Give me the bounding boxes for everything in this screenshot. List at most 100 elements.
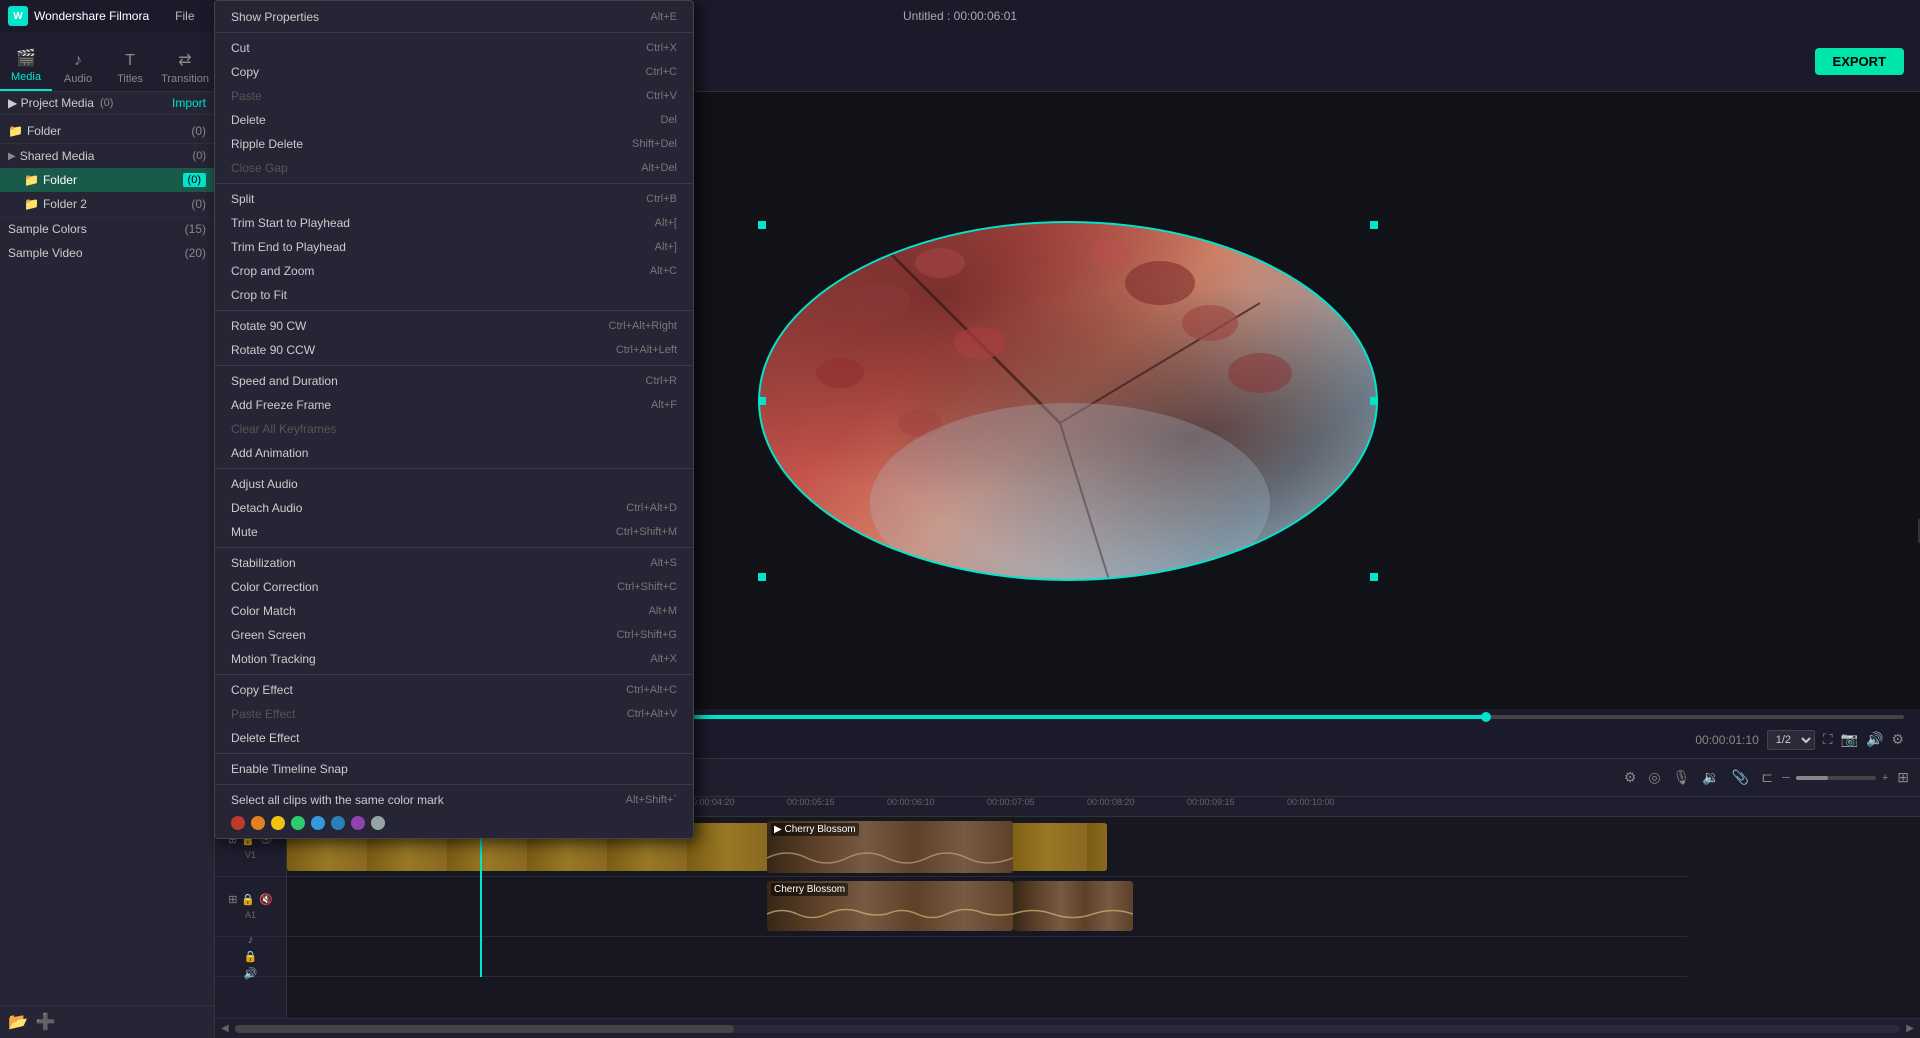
clip-button[interactable]: 📎: [1729, 766, 1752, 789]
tree-sample-video[interactable]: Sample Video (20): [0, 241, 214, 265]
cm-speed-duration-shortcut: Ctrl+R: [646, 375, 677, 387]
cm-rotate-cw[interactable]: Rotate 90 CW Ctrl+Alt+Right: [215, 314, 693, 338]
handle-middle-right[interactable]: [1370, 397, 1378, 405]
tree-sample-colors[interactable]: Sample Colors (15): [0, 216, 214, 241]
audio-track-lock[interactable]: 🔒: [241, 893, 255, 906]
audio-track-mute[interactable]: 🔇: [259, 893, 273, 906]
settings-icon[interactable]: ⚙: [1891, 731, 1904, 748]
quality-select[interactable]: 1/2 Full 1/4: [1767, 730, 1815, 750]
fullscreen-icon[interactable]: ⛶: [1823, 731, 1833, 748]
sound-button[interactable]: 🔉: [1699, 766, 1722, 789]
cm-enable-snap[interactable]: Enable Timeline Snap: [215, 757, 693, 781]
mic-button[interactable]: 🎙: [1670, 766, 1694, 789]
cm-delete-effect[interactable]: Delete Effect: [215, 726, 693, 750]
cherry-blossom-label: ▶ Cherry Blossom: [771, 823, 859, 836]
tab-titles[interactable]: T Titles: [104, 46, 156, 91]
handle-top-left[interactable]: [758, 221, 766, 229]
cm-rotate-ccw[interactable]: Rotate 90 CCW Ctrl+Alt+Left: [215, 338, 693, 362]
cm-freeze-frame-shortcut: Alt+F: [651, 399, 677, 411]
color-dot-dark-blue[interactable]: [331, 816, 345, 830]
cm-rotate-cw-shortcut: Ctrl+Alt+Right: [609, 320, 677, 332]
cm-delete[interactable]: Delete Del: [215, 108, 693, 132]
import-button[interactable]: Import: [172, 96, 206, 110]
cm-select-color-mark[interactable]: Select all clips with the same color mar…: [215, 788, 693, 812]
cm-split-shortcut: Ctrl+B: [646, 193, 677, 205]
cm-freeze-frame[interactable]: Add Freeze Frame Alt+F: [215, 393, 693, 417]
cherry-blossom-clip[interactable]: ▶ Cherry Blossom: [767, 821, 1013, 873]
snapshot-icon[interactable]: 📷: [1841, 731, 1858, 748]
cm-copy-effect[interactable]: Copy Effect Ctrl+Alt+C: [215, 678, 693, 702]
cm-color-match[interactable]: Color Match Alt+M: [215, 599, 693, 623]
cm-motion-tracking-label: Motion Tracking: [231, 652, 634, 666]
tree-folder-shared-active[interactable]: 📁 Folder (0): [0, 168, 214, 192]
export-button[interactable]: EXPORT: [1815, 48, 1904, 75]
transition-tab-label: Transition: [161, 73, 209, 85]
cm-cut[interactable]: Cut Ctrl+X: [215, 36, 693, 60]
tab-audio[interactable]: ♪ Audio: [52, 46, 104, 91]
new-folder-button[interactable]: 📂: [8, 1012, 28, 1032]
cm-copy-label: Copy: [231, 65, 630, 79]
cm-green-screen[interactable]: Green Screen Ctrl+Shift+G: [215, 623, 693, 647]
color-dot-yellow[interactable]: [271, 816, 285, 830]
handle-top-right[interactable]: [1370, 221, 1378, 229]
transition-tab-icon: ⇄: [178, 50, 191, 70]
color-dot-gray[interactable]: [371, 816, 385, 830]
tab-media[interactable]: 🎬 Media: [0, 42, 52, 91]
time-end-label: 00:00:01:10: [1695, 733, 1758, 747]
cm-crop-zoom[interactable]: Crop and Zoom Alt+C: [215, 259, 693, 283]
settings-tl-button[interactable]: ⚙: [1621, 766, 1640, 789]
audio-track-icons: ⊞ 🔒 🔇: [228, 893, 273, 906]
audio-clip-1[interactable]: Cherry Blossom: [767, 881, 1013, 931]
handle-bottom-right[interactable]: [1370, 573, 1378, 581]
sample-colors-count: (15): [185, 222, 206, 236]
cm-rotate-cw-label: Rotate 90 CW: [231, 319, 593, 333]
audio-track: Cherry Blossom: [287, 877, 1687, 937]
cm-trim-start[interactable]: Trim Start to Playhead Alt+[: [215, 211, 693, 235]
add-folder-button[interactable]: ➕: [36, 1012, 56, 1032]
handle-middle-left[interactable]: [758, 397, 766, 405]
handle-bottom-left[interactable]: [758, 573, 766, 581]
audio-clip-2[interactable]: [1013, 881, 1133, 931]
cm-stabilization[interactable]: Stabilization Alt+S: [215, 551, 693, 575]
audio-track-ctrl1[interactable]: ⊞: [228, 893, 237, 906]
color-dot-blue[interactable]: [311, 816, 325, 830]
cm-sep-5: [215, 468, 693, 469]
mark-button[interactable]: ◎: [1645, 766, 1663, 789]
cm-mute[interactable]: Mute Ctrl+Shift+M: [215, 520, 693, 544]
cm-copy[interactable]: Copy Ctrl+C: [215, 60, 693, 84]
cm-add-animation[interactable]: Add Animation: [215, 441, 693, 465]
cm-color-correction[interactable]: Color Correction Ctrl+Shift+C: [215, 575, 693, 599]
cm-trim-end[interactable]: Trim End to Playhead Alt+]: [215, 235, 693, 259]
tree-folder-2[interactable]: 📁 Folder 2 (0): [0, 192, 214, 216]
timeline-scrollbar-thumb[interactable]: [235, 1025, 735, 1033]
cm-crop-fit[interactable]: Crop to Fit: [215, 283, 693, 307]
music-track-vol[interactable]: 🔊: [244, 967, 258, 980]
color-dot-green[interactable]: [291, 816, 305, 830]
zoom-slider[interactable]: [1796, 776, 1876, 780]
snap-button[interactable]: ⊏: [1758, 766, 1776, 789]
volume-icon[interactable]: 🔊: [1866, 731, 1883, 748]
tree-folder-project[interactable]: 📁 Folder (0): [0, 119, 214, 143]
color-dot-red[interactable]: [231, 816, 245, 830]
cm-delete-shortcut: Del: [660, 114, 677, 126]
cm-split[interactable]: Split Ctrl+B: [215, 187, 693, 211]
cm-speed-duration[interactable]: Speed and Duration Ctrl+R: [215, 369, 693, 393]
progress-thumb[interactable]: [1481, 712, 1491, 722]
color-dot-orange[interactable]: [251, 816, 265, 830]
cm-adjust-audio[interactable]: Adjust Audio: [215, 472, 693, 496]
cm-paste-effect: Paste Effect Ctrl+Alt+V: [215, 702, 693, 726]
music-track-icon[interactable]: ♪: [248, 934, 254, 946]
timeline-scrollbar[interactable]: [235, 1025, 1901, 1033]
color-dot-purple[interactable]: [351, 816, 365, 830]
cm-copy-effect-label: Copy Effect: [231, 683, 610, 697]
expand-tl-button[interactable]: ⊞: [1894, 766, 1912, 789]
cm-show-properties[interactable]: Show Properties Alt+E: [215, 5, 693, 29]
tab-transition[interactable]: ⇄ Transition: [156, 44, 214, 91]
music-track-lock[interactable]: 🔒: [244, 950, 258, 963]
cm-ripple-delete[interactable]: Ripple Delete Shift+Del: [215, 132, 693, 156]
cm-detach-audio[interactable]: Detach Audio Ctrl+Alt+D: [215, 496, 693, 520]
folder-project-count: (0): [191, 124, 206, 138]
shared-media-section[interactable]: ▶ Shared Media (0): [0, 143, 214, 168]
cm-motion-tracking[interactable]: Motion Tracking Alt+X: [215, 647, 693, 671]
menu-file[interactable]: File: [169, 5, 200, 27]
